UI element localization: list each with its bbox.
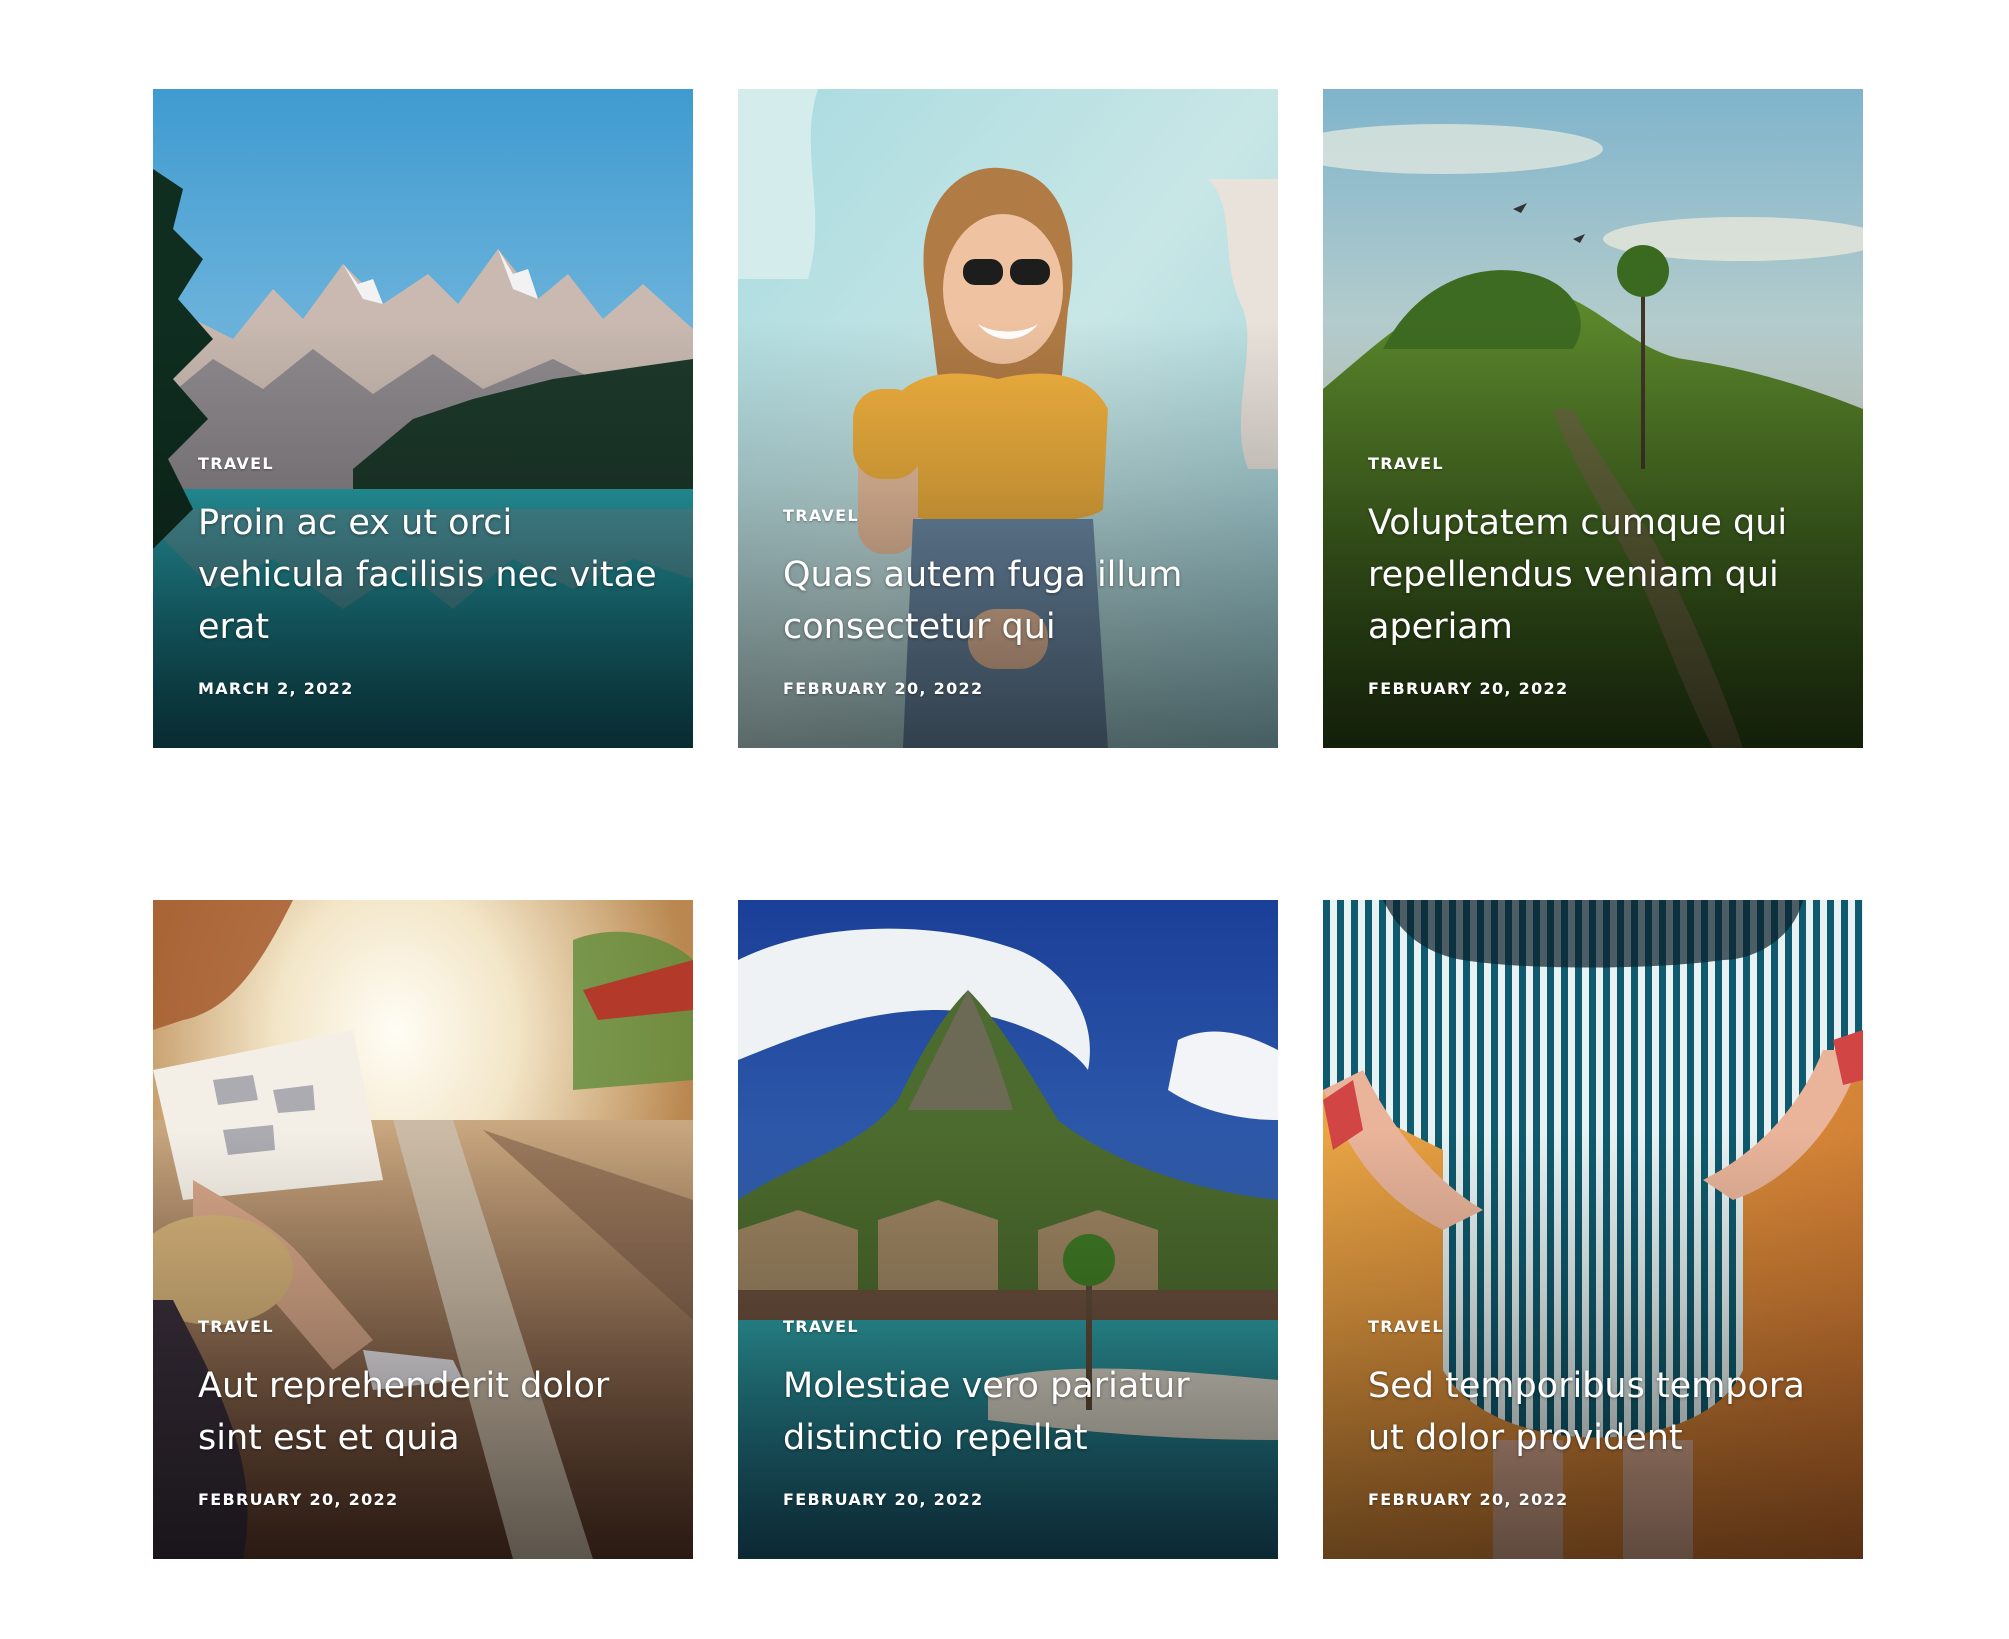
post-title-link[interactable]: Quas autem fuga illum consectetur qui xyxy=(783,549,1244,653)
post-card[interactable]: Travel Proin ac ex ut orci vehicula faci… xyxy=(153,89,693,748)
post-title-link[interactable]: Aut reprehenderit dolor sint est et quia xyxy=(198,1360,659,1464)
post-category-link[interactable]: Travel xyxy=(783,506,1244,525)
post-title-link[interactable]: Molestiae vero pariatur distinctio repel… xyxy=(783,1360,1244,1464)
post-date: March 2, 2022 xyxy=(198,679,354,698)
post-card-content: Travel Quas autem fuga illum consectetur… xyxy=(783,506,1244,698)
post-card[interactable]: Travel Voluptatem cumque qui repellendus… xyxy=(1323,89,1863,748)
post-card[interactable]: Travel Molestiae vero pariatur distincti… xyxy=(738,900,1278,1559)
post-date: February 20, 2022 xyxy=(783,679,984,698)
post-card[interactable]: Travel Sed temporibus tempora ut dolor p… xyxy=(1323,900,1863,1559)
post-category-link[interactable]: Travel xyxy=(1368,1317,1829,1336)
post-date: February 20, 2022 xyxy=(783,1490,984,1509)
post-category-link[interactable]: Travel xyxy=(198,454,659,473)
post-category-link[interactable]: Travel xyxy=(783,1317,1244,1336)
post-card-content: Travel Molestiae vero pariatur distincti… xyxy=(783,1317,1244,1509)
post-grid: Travel Proin ac ex ut orci vehicula faci… xyxy=(153,89,1864,1559)
post-date: February 20, 2022 xyxy=(1368,679,1569,698)
post-card-content: Travel Proin ac ex ut orci vehicula faci… xyxy=(198,454,659,698)
post-card-content: Travel Voluptatem cumque qui repellendus… xyxy=(1368,454,1829,698)
post-card-content: Travel Aut reprehenderit dolor sint est … xyxy=(198,1317,659,1509)
post-date: February 20, 2022 xyxy=(1368,1490,1569,1509)
post-card[interactable]: Travel Aut reprehenderit dolor sint est … xyxy=(153,900,693,1559)
post-title-link[interactable]: Proin ac ex ut orci vehicula facilisis n… xyxy=(198,497,659,653)
post-category-link[interactable]: Travel xyxy=(1368,454,1829,473)
post-card[interactable]: Travel Quas autem fuga illum consectetur… xyxy=(738,89,1278,748)
post-date: February 20, 2022 xyxy=(198,1490,399,1509)
post-title-link[interactable]: Voluptatem cumque qui repellendus veniam… xyxy=(1368,497,1829,653)
post-title-link[interactable]: Sed temporibus tempora ut dolor providen… xyxy=(1368,1360,1829,1464)
post-category-link[interactable]: Travel xyxy=(198,1317,659,1336)
post-card-content: Travel Sed temporibus tempora ut dolor p… xyxy=(1368,1317,1829,1509)
